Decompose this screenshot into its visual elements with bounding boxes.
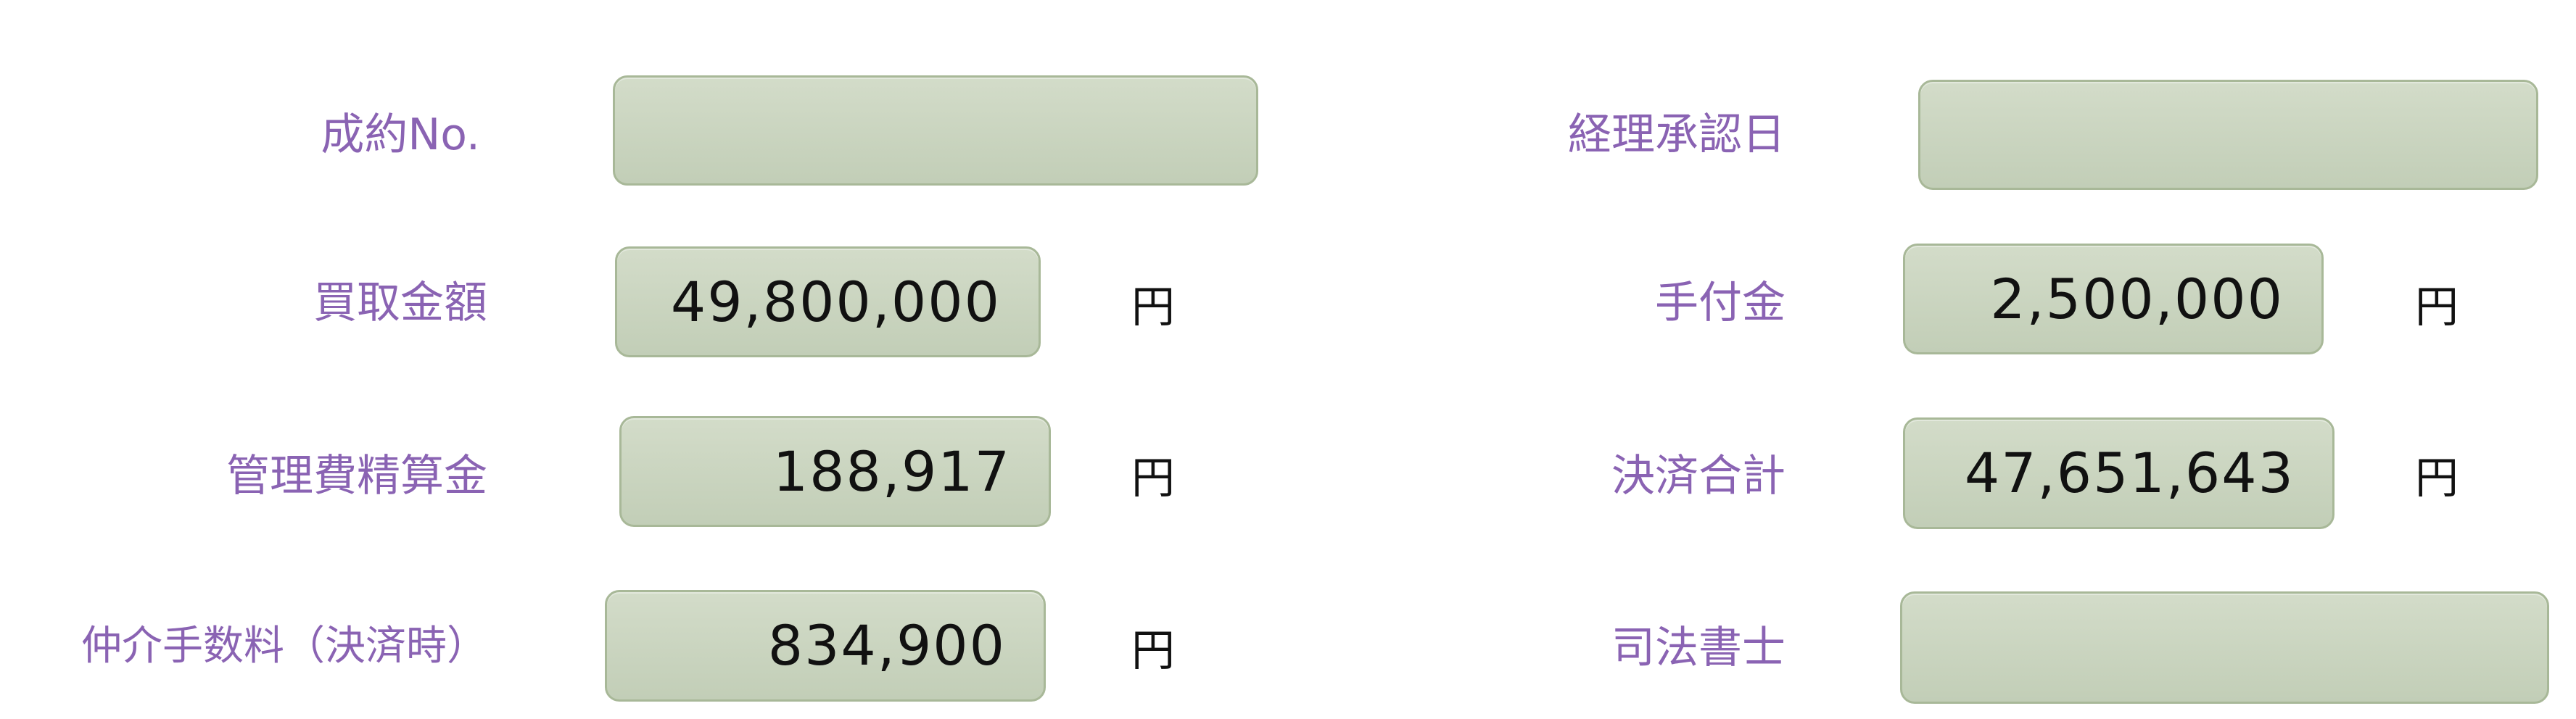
contract-no-label: 成約No. [321, 109, 480, 160]
purchase-amount-unit: 円 [1131, 282, 1175, 333]
management-fee-label: 管理費精算金 [226, 451, 487, 502]
deposit-label: 手付金 [1655, 278, 1786, 328]
judicial-scrivener-label: 司法書士 [1611, 623, 1786, 673]
deposit-unit: 円 [2415, 282, 2459, 333]
settlement-total-label: 決済合計 [1611, 451, 1786, 502]
accounting-approval-date-label: 経理承認日 [1568, 109, 1786, 160]
purchase-amount-label: 買取金額 [313, 278, 487, 328]
settlement-total-field[interactable]: 47,651,643 [1903, 417, 2334, 529]
management-fee-field[interactable]: 188,917 [619, 416, 1051, 527]
deposit-field[interactable]: 2,500,000 [1903, 244, 2324, 354]
brokerage-fee-field[interactable]: 834,900 [605, 590, 1046, 702]
judicial-scrivener-field[interactable] [1900, 591, 2549, 704]
purchase-amount-field[interactable]: 49,800,000 [615, 246, 1041, 357]
accounting-approval-date-field[interactable] [1918, 80, 2538, 190]
brokerage-fee-unit: 円 [1131, 626, 1175, 676]
management-fee-unit: 円 [1131, 453, 1175, 504]
contract-no-field[interactable] [613, 75, 1258, 186]
settlement-total-unit: 円 [2415, 453, 2459, 504]
brokerage-fee-label: 仲介手数料（決済時） [81, 623, 487, 670]
